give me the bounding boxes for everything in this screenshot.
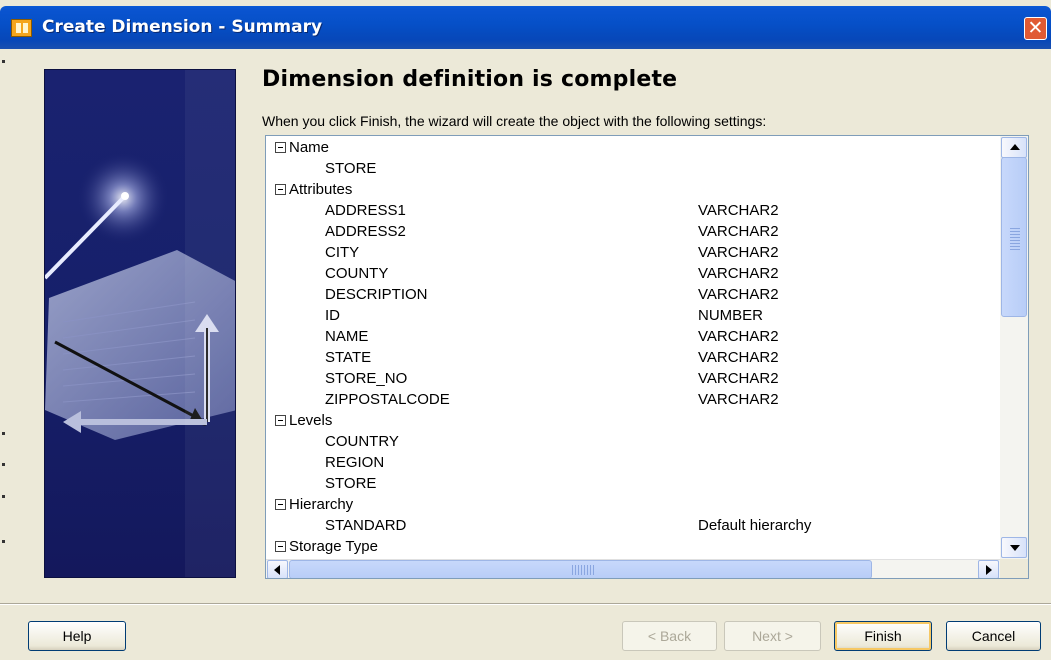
cancel-button-label: Cancel [971, 628, 1016, 644]
tree-node-value: VARCHAR2 [698, 223, 779, 240]
collapse-toggle-icon[interactable] [275, 541, 286, 552]
wizard-illustration [44, 69, 236, 578]
tree-node-label: STATE [325, 349, 372, 366]
tree-group-row[interactable]: Hierarchy [266, 495, 1000, 516]
scroll-left-button[interactable] [267, 560, 288, 578]
tree-group-row[interactable]: Name [266, 138, 1000, 159]
tree-node-label: ID [325, 307, 340, 324]
tree-node-value: Default hierarchy [698, 517, 812, 534]
tree-node-label: COUNTRY [325, 433, 399, 450]
tree-node-label: STANDARD [325, 517, 407, 534]
tree-node-label: ZIPPOSTALCODE [325, 391, 450, 408]
tree-item-row[interactable]: NAME VARCHAR2 [266, 327, 1000, 348]
scroll-corner [1000, 559, 1028, 578]
tree-node-label: Levels [289, 412, 333, 429]
collapse-toggle-icon[interactable] [275, 142, 286, 153]
tree-node-label: ADDRESS2 [325, 223, 406, 240]
tree-item-row[interactable]: STATE VARCHAR2 [266, 348, 1000, 369]
tree-item-row[interactable]: ADDRESS2 VARCHAR2 [266, 222, 1000, 243]
scroll-up-button[interactable] [1001, 137, 1027, 158]
next-button-label: Next > [752, 628, 793, 644]
scroll-right-button[interactable] [978, 560, 999, 578]
tree-item-row[interactable]: REGION [266, 453, 1000, 474]
tree-item-row[interactable]: COUNTY VARCHAR2 [266, 264, 1000, 285]
title-bar[interactable]: Create Dimension - Summary ✕ [0, 6, 1051, 49]
tree-node-label: ADDRESS1 [325, 202, 406, 219]
tree-node-label: Attributes [289, 181, 353, 198]
arrow-left-icon [274, 565, 280, 575]
help-button-label: Help [62, 628, 92, 644]
back-button[interactable]: < Back [622, 621, 717, 651]
tree-item-row[interactable]: CITY VARCHAR2 [266, 243, 1000, 264]
tree-item-row[interactable]: ID NUMBER [266, 306, 1000, 327]
tree-node-label: STORE_NO [325, 370, 408, 387]
arrow-down-icon [1010, 545, 1020, 551]
collapse-toggle-icon[interactable] [275, 499, 286, 510]
grip-icon [572, 565, 594, 575]
tree-node-label: Hierarchy [289, 496, 354, 513]
tree-node-label: NAME [325, 328, 369, 345]
collapse-toggle-icon[interactable] [275, 184, 286, 195]
tree-node-value: VARCHAR2 [698, 244, 779, 261]
tree-item-row[interactable]: STORE [266, 474, 1000, 495]
tree-node-value: VARCHAR2 [698, 370, 779, 387]
arrow-right-icon [986, 565, 992, 575]
tree-body: Name STORE Attributes ADDRESS1 VARCHAR2 ADDRE… [266, 136, 1000, 559]
tree-group-row[interactable]: Storage Type [266, 537, 1000, 558]
arrow-up-icon [1010, 144, 1020, 150]
tree-node-label: Name [289, 139, 330, 156]
settings-tree[interactable]: Name STORE Attributes ADDRESS1 VARCHAR2 ADDRE… [265, 135, 1029, 579]
tree-node-value: VARCHAR2 [698, 286, 779, 303]
cancel-button[interactable]: Cancel [946, 621, 1041, 651]
vertical-scrollbar[interactable] [1000, 136, 1028, 559]
tree-node-value: VARCHAR2 [698, 265, 779, 282]
window-title: Create Dimension - Summary [42, 17, 323, 37]
tree-item-row[interactable]: ZIPPOSTALCODE VARCHAR2 [266, 390, 1000, 411]
tree-node-label: REGION [325, 454, 385, 471]
grip-icon [1010, 228, 1020, 250]
tree-item-row[interactable]: DESCRIPTION VARCHAR2 [266, 285, 1000, 306]
tree-node-label: DESCRIPTION [325, 286, 428, 303]
tree-node-label: CITY [325, 244, 360, 261]
tree-node-value: VARCHAR2 [698, 202, 779, 219]
finish-button[interactable]: Finish [834, 621, 932, 651]
scroll-down-button[interactable] [1001, 537, 1027, 558]
tree-node-value: VARCHAR2 [698, 349, 779, 366]
tree-item-row[interactable]: STORE_NO VARCHAR2 [266, 369, 1000, 390]
tree-node-value: VARCHAR2 [698, 391, 779, 408]
intro-text: When you click Finish, the wizard will c… [262, 113, 767, 129]
edge-mark [2, 463, 5, 466]
tree-item-row[interactable]: COUNTRY [266, 432, 1000, 453]
tree-node-label: COUNTY [325, 265, 389, 282]
back-button-label: < Back [647, 628, 692, 644]
tree-group-row[interactable]: Attributes [266, 180, 1000, 201]
edge-mark [2, 60, 5, 63]
tree-group-row[interactable]: Levels [266, 411, 1000, 432]
finish-button-label: Finish [864, 628, 902, 644]
tree-item-row[interactable]: STORE [266, 159, 1000, 180]
tree-item-row[interactable]: STANDARD Default hierarchy [266, 516, 1000, 537]
edge-mark [2, 432, 5, 435]
horizontal-scrollbar[interactable] [266, 559, 1000, 578]
next-button[interactable]: Next > [724, 621, 821, 651]
tree-node-value: VARCHAR2 [698, 328, 779, 345]
tree-item-row[interactable]: ADDRESS1 VARCHAR2 [266, 201, 1000, 222]
wizard-app-icon [11, 19, 32, 37]
vertical-scroll-thumb[interactable] [1001, 157, 1027, 317]
horizontal-scroll-thumb[interactable] [289, 560, 872, 578]
close-button[interactable]: ✕ [1024, 17, 1047, 40]
tree-node-label: STORE [325, 475, 377, 492]
collapse-toggle-icon[interactable] [275, 415, 286, 426]
tree-node-value: NUMBER [698, 307, 764, 324]
help-button[interactable]: Help [28, 621, 126, 651]
edge-mark [2, 495, 5, 498]
page-heading: Dimension definition is complete [262, 67, 678, 92]
tree-node-label: Storage Type [289, 538, 378, 555]
tree-node-label: STORE [325, 160, 377, 177]
footer-separator [0, 603, 1051, 605]
edge-mark [2, 540, 5, 543]
